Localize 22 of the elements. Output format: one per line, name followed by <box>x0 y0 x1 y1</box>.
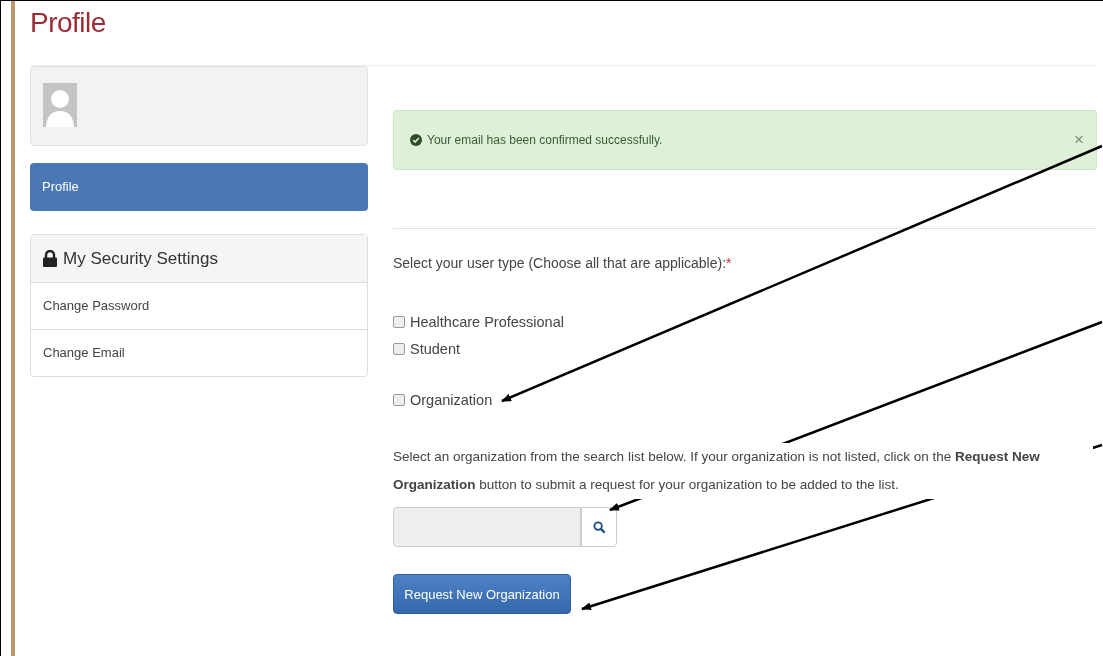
user-type-label: Select your user type (Choose all that are applicable): <box>393 255 727 271</box>
required-mark: * <box>726 255 732 271</box>
alert-message: Your email has been confirmed successfully. <box>427 133 664 147</box>
search-icon <box>592 520 606 534</box>
panel-link[interactable]: Change Password <box>31 283 367 330</box>
instructions-text: Select an organization from the search list below. If your organization is not listed, click on the Request New Organization button to submit a request for your organization to be added to the list. <box>393 443 1093 499</box>
checkbox[interactable] <box>393 315 405 328</box>
checkbox-label: Organization <box>410 391 493 408</box>
avatar-icon <box>43 83 77 127</box>
checkbox[interactable] <box>393 393 405 406</box>
checkbox[interactable] <box>393 342 405 355</box>
panel-title: My Security Settings <box>63 248 218 269</box>
nav-item[interactable]: Profile <box>30 163 368 211</box>
check-circle-icon <box>410 134 422 146</box>
checkbox-label: Healthcare Professional <box>410 313 564 330</box>
request-organization-button[interactable]: Request New Organization <box>393 574 571 614</box>
close-button[interactable]: × <box>1072 130 1086 150</box>
search-field[interactable] <box>393 507 581 547</box>
checkbox-label: Student <box>410 340 460 357</box>
lock-icon <box>43 250 57 267</box>
panel-link[interactable]: Change Email <box>31 330 367 376</box>
search-button[interactable] <box>581 507 617 547</box>
